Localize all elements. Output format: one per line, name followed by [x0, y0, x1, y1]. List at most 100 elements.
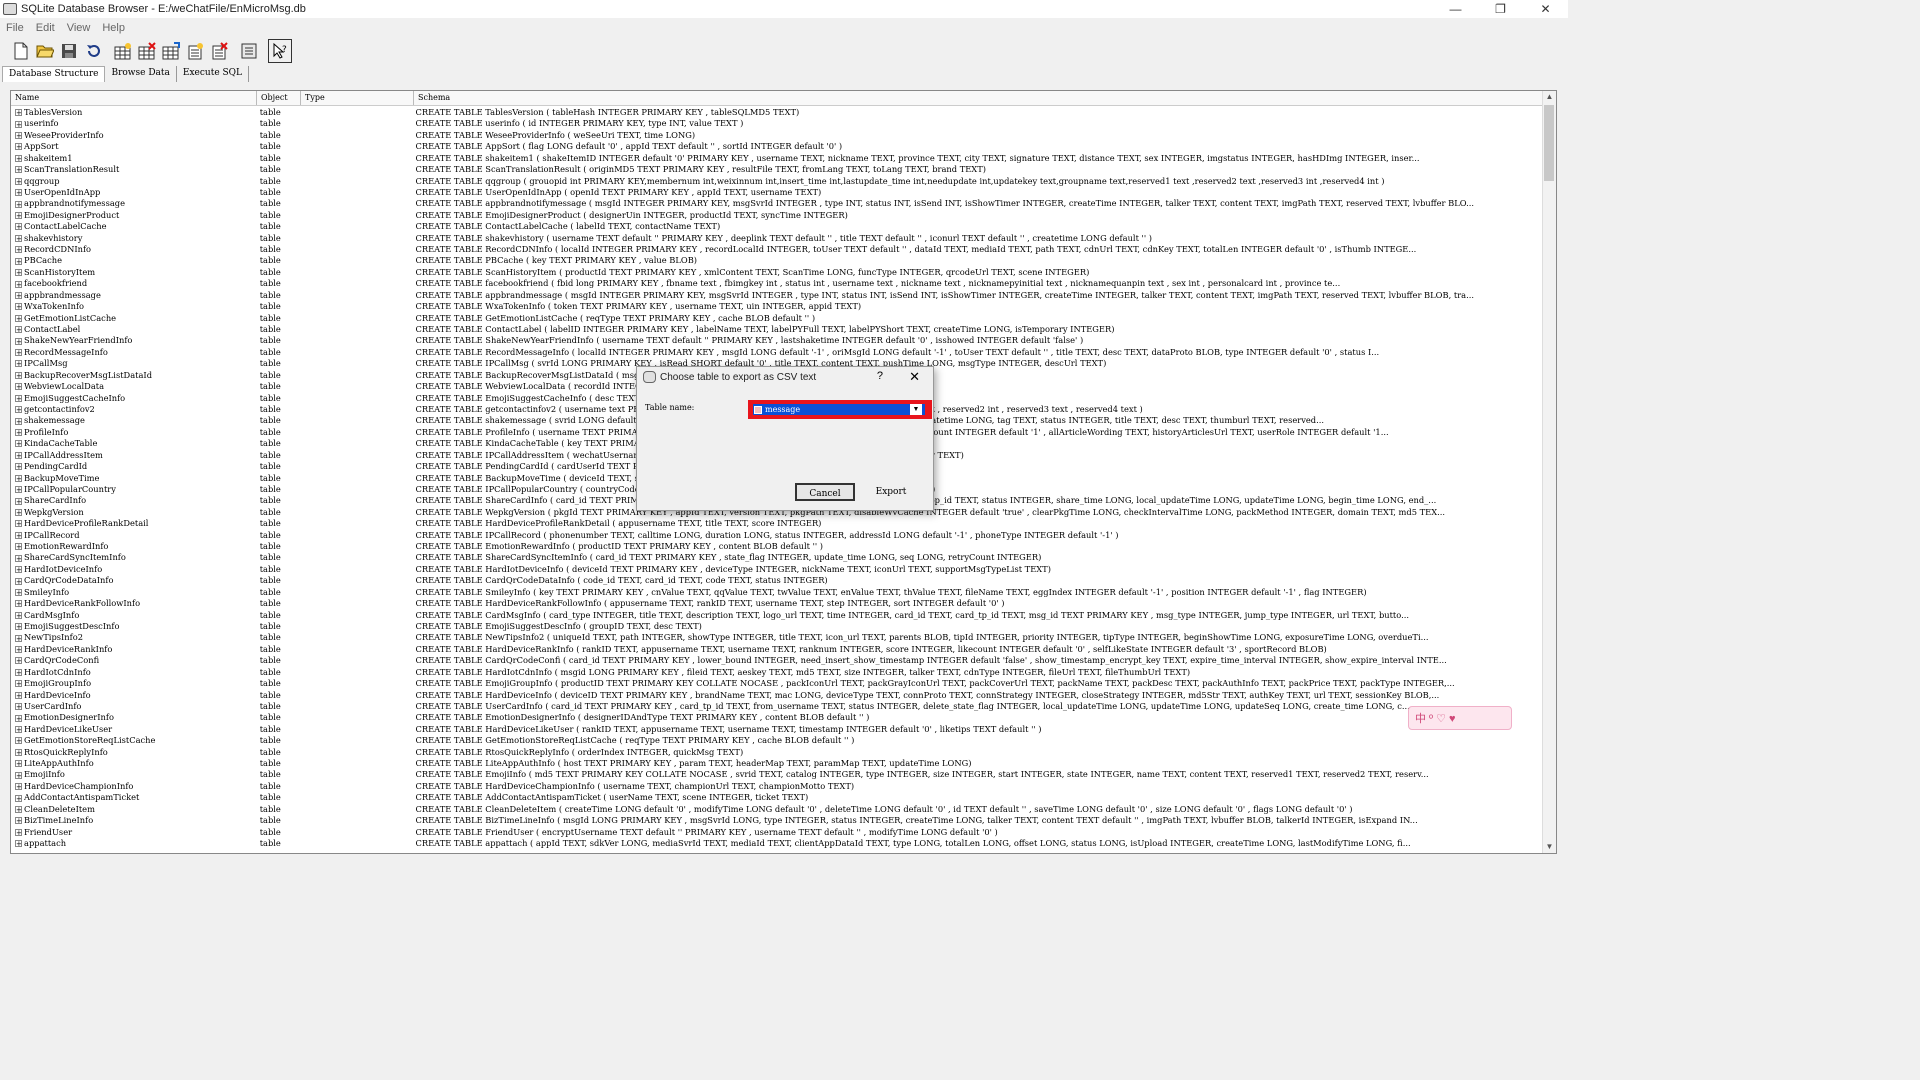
expand-icon[interactable]: +	[15, 634, 22, 642]
expand-icon[interactable]: +	[15, 371, 22, 379]
table-row[interactable]: + EmojiSuggestDescInfo table CREATE TABLE E…	[11, 621, 1543, 632]
column-header-name[interactable]: Name	[11, 91, 257, 105]
expand-icon[interactable]: +	[15, 223, 22, 231]
expand-icon[interactable]: +	[15, 725, 22, 733]
table-row[interactable]: + ShakeNewYearFriendInfo table CREATE TABLE…	[11, 335, 1543, 346]
close-icon[interactable]: ✕	[909, 369, 920, 385]
vertical-scrollbar[interactable]: ▲ ▼	[1542, 91, 1556, 853]
table-row[interactable]: + HardDeviceRankInfo table CREATE TABLE Har…	[11, 644, 1543, 655]
table-row[interactable]: + shakeitem1 table CREATE TABLE shakeitem1 …	[11, 153, 1543, 164]
column-header-object[interactable]: Object	[257, 91, 301, 105]
table-row[interactable]: + HardDeviceLikeUser table CREATE TABLE Har…	[11, 724, 1543, 735]
open-database-icon[interactable]	[34, 40, 56, 62]
table-row[interactable]: + EmojiInfo table CREATE TABLE EmojiInfo ( …	[11, 769, 1543, 780]
expand-icon[interactable]: +	[15, 783, 22, 791]
expand-icon[interactable]: +	[15, 120, 22, 128]
table-row[interactable]: + userinfo table CREATE TABLE userinfo ( id…	[11, 118, 1543, 129]
table-row[interactable]: + NewTipsInfo2 table CREATE TABLE NewTipsIn…	[11, 632, 1543, 643]
table-row[interactable]: + appattach table CREATE TABLE appattach ( …	[11, 838, 1543, 849]
tab-database-structure[interactable]: Database Structure	[2, 66, 106, 82]
help-icon[interactable]: ?	[877, 370, 883, 382]
expand-icon[interactable]: +	[15, 337, 22, 345]
table-row[interactable]: + CardQrCodeDataInfo table CREATE TABLE Car…	[11, 575, 1543, 586]
minimize-icon[interactable]: —	[1433, 0, 1478, 18]
expand-icon[interactable]: +	[15, 680, 22, 688]
table-row[interactable]: + ScanHistoryItem table CREATE TABLE ScanHi…	[11, 267, 1543, 278]
ime-toolbar[interactable]: 中 º ♡ ♥	[1408, 706, 1512, 730]
table-row[interactable]: + HardDeviceRankFollowInfo table CREATE TAB…	[11, 598, 1543, 609]
expand-icon[interactable]: +	[15, 360, 22, 368]
column-header-type[interactable]: Type	[301, 91, 414, 105]
table-row[interactable]: + UserCardInfo table CREATE TABLE UserCardI…	[11, 701, 1543, 712]
expand-icon[interactable]: +	[15, 508, 22, 516]
table-row[interactable]: + ContactLabelCache table CREATE TABLE Cont…	[11, 221, 1543, 232]
expand-icon[interactable]: +	[15, 383, 22, 391]
expand-icon[interactable]: +	[15, 737, 22, 745]
table-row[interactable]: + HardDeviceProfileRankDetail table CREATE …	[11, 518, 1543, 529]
expand-icon[interactable]: +	[15, 600, 22, 608]
menu-file[interactable]: File	[0, 22, 30, 34]
expand-icon[interactable]: +	[15, 714, 22, 722]
table-row[interactable]: + GetEmotionListCache table CREATE TABLE Ge…	[11, 313, 1543, 324]
table-row[interactable]: + LiteAppAuthInfo table CREATE TABLE LiteAp…	[11, 758, 1543, 769]
expand-icon[interactable]: +	[15, 406, 22, 414]
table-row[interactable]: + HardIotDeviceInfo table CREATE TABLE Hard…	[11, 564, 1543, 575]
delete-index-icon[interactable]	[208, 40, 230, 62]
table-row[interactable]: + EmotionRewardInfo table CREATE TABLE Emot…	[11, 541, 1543, 552]
tab-execute-sql[interactable]: Execute SQL	[177, 66, 250, 82]
table-row[interactable]: + HardDeviceChampionInfo table CREATE TABLE…	[11, 781, 1543, 792]
table-row[interactable]: + WxaTokenInfo table CREATE TABLE WxaTokenI…	[11, 301, 1543, 312]
expand-icon[interactable]: +	[15, 668, 22, 676]
expand-icon[interactable]: +	[15, 611, 22, 619]
expand-icon[interactable]: +	[15, 588, 22, 596]
expand-icon[interactable]: +	[15, 531, 22, 539]
table-row[interactable]: + BizTimeLineInfo table CREATE TABLE BizTim…	[11, 815, 1543, 826]
expand-icon[interactable]: +	[15, 497, 22, 505]
expand-icon[interactable]: +	[15, 805, 22, 813]
expand-icon[interactable]: +	[15, 280, 22, 288]
expand-icon[interactable]: +	[15, 291, 22, 299]
preferences-icon[interactable]	[238, 40, 260, 62]
expand-icon[interactable]: +	[15, 623, 22, 631]
table-row[interactable]: + SmileyInfo table CREATE TABLE SmileyInfo …	[11, 587, 1543, 598]
expand-icon[interactable]: +	[15, 394, 22, 402]
expand-icon[interactable]: +	[15, 691, 22, 699]
expand-icon[interactable]: +	[15, 314, 22, 322]
expand-icon[interactable]: +	[15, 177, 22, 185]
expand-icon[interactable]: +	[15, 349, 22, 357]
expand-icon[interactable]: +	[15, 417, 22, 425]
expand-icon[interactable]: +	[15, 646, 22, 654]
expand-icon[interactable]: +	[15, 794, 22, 802]
expand-icon[interactable]: +	[15, 303, 22, 311]
table-row[interactable]: + FriendUser table CREATE TABLE FriendUser …	[11, 827, 1543, 838]
table-row[interactable]: + appbrandnotifymessage table CREATE TABLE …	[11, 198, 1543, 209]
table-row[interactable]: + ContactLabel table CREATE TABLE ContactLa…	[11, 324, 1543, 335]
table-row[interactable]: + qqgroup table CREATE TABLE qqgroup ( grou…	[11, 176, 1543, 187]
create-table-icon[interactable]	[112, 40, 134, 62]
table-row[interactable]: + ScanTranslationResult table CREATE TABLE …	[11, 164, 1543, 175]
table-row[interactable]: + EmojiDesignerProduct table CREATE TABLE E…	[11, 210, 1543, 221]
expand-icon[interactable]: +	[15, 486, 22, 494]
menu-view[interactable]: View	[61, 22, 97, 34]
new-database-icon[interactable]	[10, 40, 32, 62]
table-row[interactable]: + CardQrCodeConfi table CREATE TABLE CardQr…	[11, 655, 1543, 666]
table-row[interactable]: + RecordMessageInfo table CREATE TABLE Reco…	[11, 347, 1543, 358]
expand-icon[interactable]: +	[15, 748, 22, 756]
table-row[interactable]: + RtosQuickReplyInfo table CREATE TABLE Rto…	[11, 747, 1543, 758]
expand-icon[interactable]: +	[15, 234, 22, 242]
tab-browse-data[interactable]: Browse Data	[105, 66, 177, 82]
table-row[interactable]: + HardDeviceInfo table CREATE TABLE HardDev…	[11, 690, 1543, 701]
table-row[interactable]: + CleanDeleteItem table CREATE TABLE CleanD…	[11, 804, 1543, 815]
expand-icon[interactable]: +	[15, 577, 22, 585]
expand-icon[interactable]: +	[15, 566, 22, 574]
expand-icon[interactable]: +	[15, 840, 22, 848]
close-window-icon[interactable]: ✕	[1523, 0, 1568, 18]
table-row[interactable]: + RecordCDNInfo table CREATE TABLE RecordCD…	[11, 244, 1543, 255]
expand-icon[interactable]: +	[15, 109, 22, 117]
expand-icon[interactable]: +	[15, 554, 22, 562]
expand-icon[interactable]: +	[15, 520, 22, 528]
maximize-icon[interactable]: ❐	[1478, 0, 1523, 18]
expand-icon[interactable]: +	[15, 828, 22, 836]
expand-icon[interactable]: +	[15, 657, 22, 665]
table-row[interactable]: + IPCallRecord table CREATE TABLE IPCallRec…	[11, 530, 1543, 541]
